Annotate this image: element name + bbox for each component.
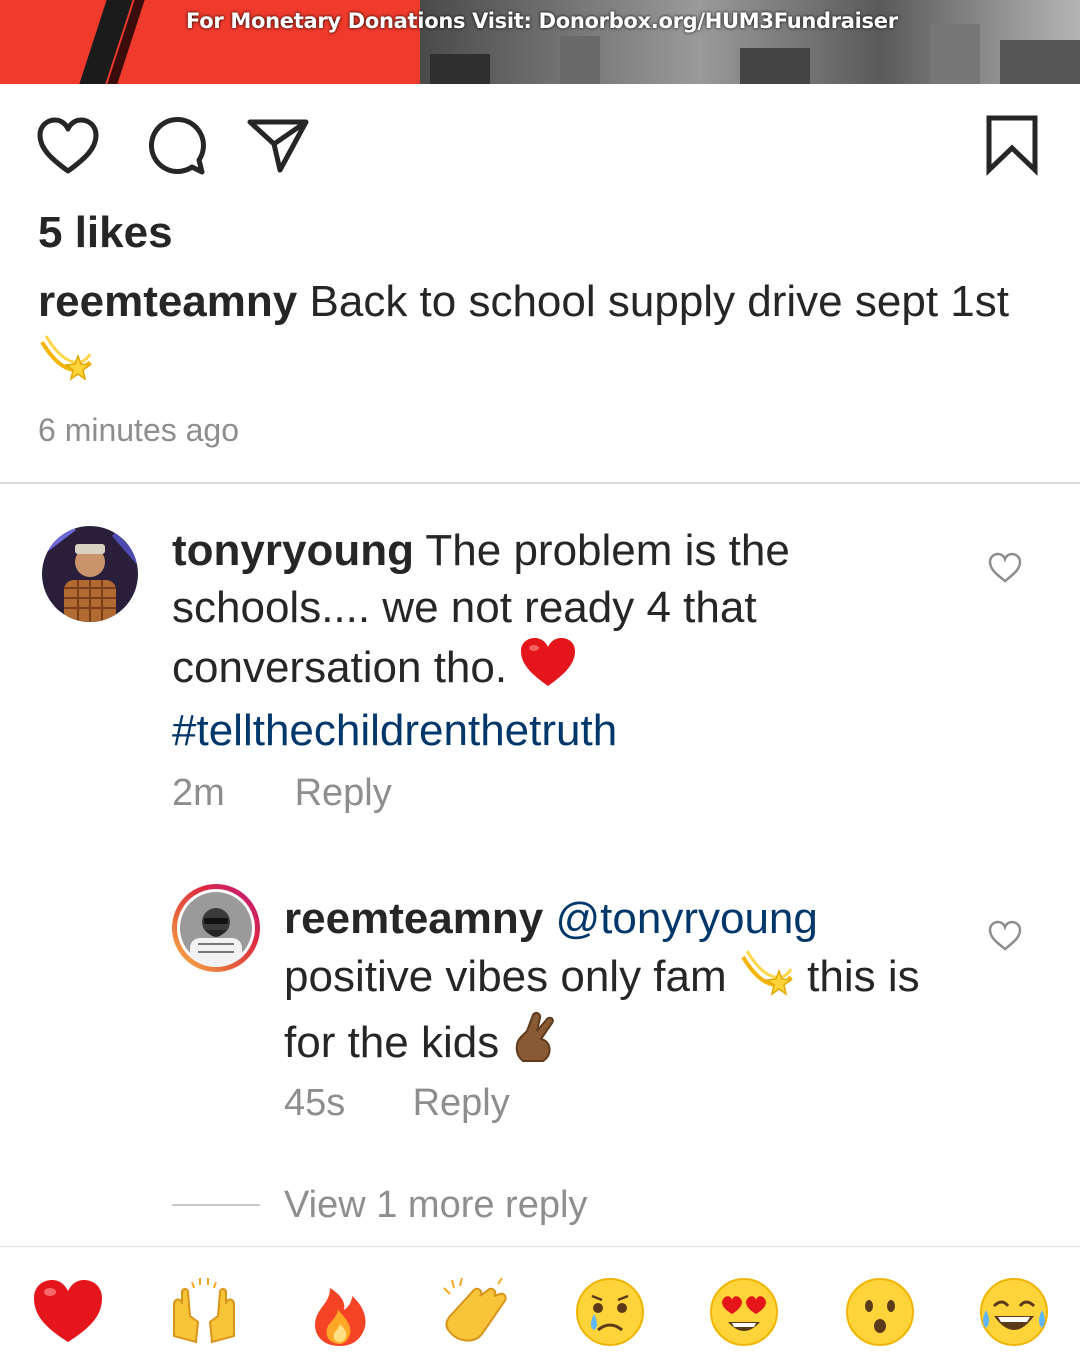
fire-emoji[interactable] [304, 1276, 376, 1348]
heart-eyes-emoji[interactable] [708, 1276, 780, 1348]
avatar[interactable] [172, 884, 260, 972]
fundraiser-banner: For Monetary Donations Visit: Donorbox.o… [0, 0, 1080, 84]
surprised-face-emoji[interactable] [844, 1276, 916, 1348]
reply-text: positive vibes only fam [284, 952, 727, 1001]
dizzy-star-emoji [38, 332, 94, 398]
comment-username[interactable]: tonyryoung [172, 526, 414, 575]
reply-mention[interactable]: @tonyryoung [556, 894, 818, 943]
reply-time: 45s [284, 1082, 346, 1124]
red-heart-emoji [519, 636, 577, 702]
post-caption: reemteamny Back to school supply drive s… [38, 272, 1038, 398]
reply-username[interactable]: reemteamny [284, 894, 543, 943]
paper-plane-icon[interactable] [246, 116, 310, 176]
banner-skyline [1000, 40, 1080, 84]
comment-bubble-icon[interactable] [144, 116, 208, 176]
likes-count[interactable]: 5 likes [38, 208, 173, 258]
clapping-hands-emoji[interactable] [438, 1276, 510, 1348]
raising-hands-emoji[interactable] [168, 1276, 240, 1348]
quick-reactions-bar [0, 1250, 1080, 1350]
banner-skyline [560, 36, 600, 84]
view-replies-line [172, 1204, 260, 1206]
comment-hashtag[interactable]: #tellthechildrenthetruth [172, 706, 617, 755]
bookmark-icon[interactable] [984, 114, 1040, 176]
banner-skyline [930, 24, 980, 84]
banner-skyline [740, 48, 810, 84]
crossed-fingers-emoji [511, 1011, 559, 1077]
reactions-divider [0, 1246, 1080, 1247]
red-heart-emoji[interactable] [32, 1276, 104, 1348]
reply-meta: 45s Reply [284, 1082, 510, 1125]
reply-button[interactable]: Reply [295, 772, 392, 815]
crying-face-emoji[interactable] [574, 1276, 646, 1348]
post-timestamp: 6 minutes ago [38, 412, 240, 448]
dizzy-star-emoji [739, 947, 795, 1011]
comment-time: 2m [172, 772, 225, 814]
like-comment-heart-icon[interactable] [988, 552, 1022, 584]
avatar-photo [177, 889, 255, 967]
comment-meta: 2m Reply [172, 772, 392, 815]
reply-body: reemteamny @tonyryoung positive vibes on… [284, 890, 964, 1077]
banner-skyline [430, 54, 490, 84]
view-more-replies-link[interactable]: View 1 more reply [284, 1184, 587, 1227]
comment-body: tonyryoung The problem is the schools...… [172, 522, 792, 759]
banner-text: For Monetary Donations Visit: Donorbox.o… [186, 9, 898, 33]
heart-outline-icon[interactable] [36, 116, 100, 176]
tears-of-joy-emoji[interactable] [978, 1276, 1050, 1348]
section-divider [0, 482, 1080, 484]
caption-text: Back to school supply drive sept 1st [309, 277, 1009, 326]
avatar[interactable] [42, 526, 138, 622]
reply-button[interactable]: Reply [413, 1082, 510, 1125]
like-comment-heart-icon[interactable] [988, 920, 1022, 952]
caption-author[interactable]: reemteamny [38, 277, 297, 326]
